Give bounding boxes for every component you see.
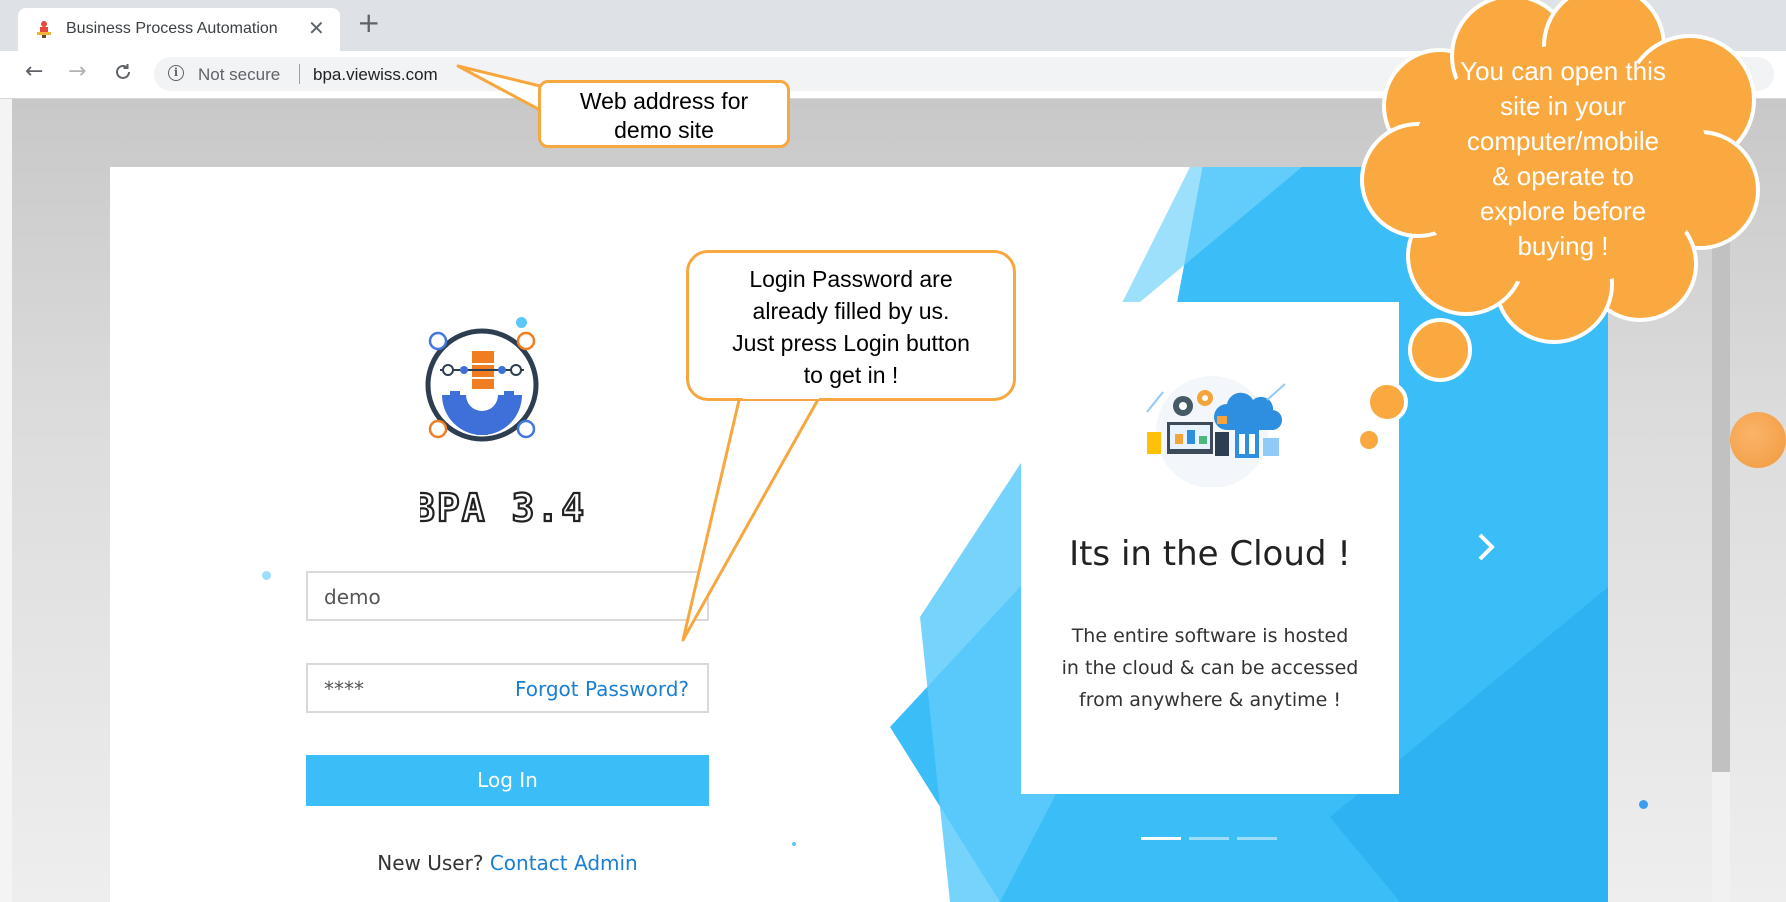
- carousel-slide: Its in the Cloud ! The entire software i…: [1021, 302, 1399, 794]
- back-button[interactable]: ←: [25, 59, 43, 85]
- callout-line: Just press Login button: [732, 330, 970, 356]
- new-user-label: New User?: [377, 851, 484, 875]
- callout-line: already filled by us.: [752, 298, 950, 324]
- slide-text-line: The entire software is hosted: [1071, 625, 1349, 647]
- slide-title: Its in the Cloud !: [1069, 534, 1351, 574]
- callout-joint: [743, 393, 819, 399]
- divider: [299, 64, 300, 84]
- tab-title: Business Process Automation: [66, 20, 278, 37]
- security-status[interactable]: Not secure: [198, 65, 280, 85]
- slide-text: The entire software is hosted in the clo…: [1057, 620, 1363, 716]
- orange-blob-decoration: [1730, 412, 1786, 468]
- cloud-line: & operate to: [1492, 161, 1634, 191]
- carousel-indicator-2[interactable]: [1189, 837, 1229, 840]
- scrollbar-track[interactable]: [1712, 772, 1730, 902]
- cloud-callout-text: You can open this site in your computer/…: [1420, 54, 1706, 264]
- url-text[interactable]: bpa.viewiss.com: [313, 65, 438, 85]
- bpa-logo: BPA 3.4: [420, 323, 586, 531]
- cloud-line: computer/mobile: [1466, 126, 1660, 156]
- username-value: demo: [324, 585, 381, 609]
- decor-dot: [792, 842, 796, 846]
- username-field[interactable]: demo: [306, 571, 709, 621]
- decor-dot: [1639, 800, 1648, 809]
- login-hint-callout: Login Password are already filled by us.…: [686, 250, 1016, 401]
- callout-line: demo site: [614, 117, 714, 143]
- carousel-indicator-3[interactable]: [1237, 837, 1277, 840]
- carousel-indicator-1[interactable]: [1141, 837, 1181, 840]
- new-tab-button[interactable]: +: [357, 8, 380, 38]
- login-button[interactable]: Log In: [306, 755, 709, 806]
- chevron-right-icon[interactable]: [1475, 531, 1497, 568]
- forgot-password-link[interactable]: Forgot Password?: [515, 677, 689, 701]
- cloud-line: explore before: [1479, 196, 1647, 226]
- chevron-left-icon[interactable]: [920, 531, 942, 568]
- favicon-icon: [37, 21, 51, 38]
- cloud-line: site in your: [1500, 91, 1626, 121]
- slide-text-line: in the cloud & can be accessed: [1061, 657, 1359, 679]
- tab-strip: Business Process Automation ✕ +: [0, 0, 1786, 51]
- info-icon[interactable]: i: [168, 65, 184, 81]
- reload-button[interactable]: [113, 59, 133, 88]
- scrollbar-thumb[interactable]: [1712, 160, 1730, 772]
- password-value: ****: [324, 677, 364, 701]
- new-user-line: New User? Contact Admin: [306, 851, 709, 875]
- contact-admin-link[interactable]: Contact Admin: [490, 851, 638, 875]
- page-edge: [0, 99, 12, 902]
- browser-tab[interactable]: Business Process Automation ✕: [18, 8, 340, 51]
- callout-line: Web address for: [579, 88, 749, 114]
- logo-text: BPA 3.4: [420, 486, 586, 530]
- cloud-line: buying !: [1517, 231, 1609, 261]
- web-address-callout: Web address for demo site: [538, 80, 790, 148]
- slide-text-line: from anywhere & anytime !: [1079, 689, 1341, 711]
- callout-line: to get in !: [803, 362, 899, 388]
- callout-line: Login Password are: [749, 266, 953, 292]
- forward-button[interactable]: →: [68, 59, 86, 85]
- cloud-line: You can open this: [1460, 56, 1666, 86]
- password-field[interactable]: **** Forgot Password?: [306, 663, 709, 713]
- decor-dot: [262, 571, 271, 580]
- tab-close-icon[interactable]: ✕: [308, 16, 325, 40]
- reload-icon: [116, 64, 130, 79]
- cloud-devices-illustration: [1146, 376, 1286, 487]
